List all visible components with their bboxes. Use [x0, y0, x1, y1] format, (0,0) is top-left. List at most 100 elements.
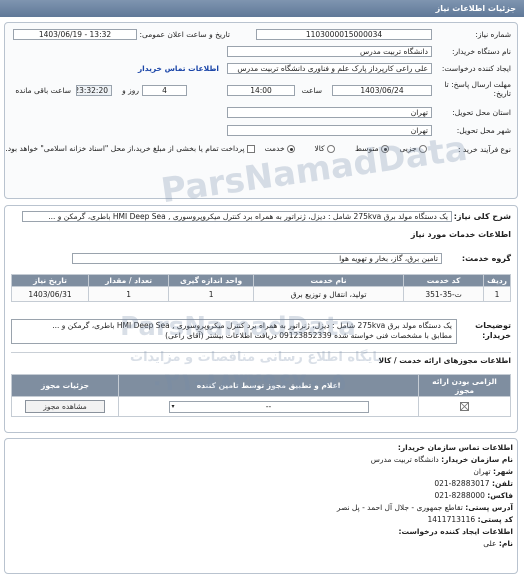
buyer-notes-label: توضیحات خریدار:: [475, 321, 511, 340]
province-field: تهران: [227, 107, 432, 118]
option-service-label: خدمت: [264, 144, 285, 153]
col-name: نام خدمت: [253, 274, 405, 287]
contact-phone: تلفن: 82883017-021: [434, 479, 513, 488]
divider: [11, 352, 511, 353]
col-qty: تعداد / مقدار: [88, 274, 170, 287]
contact-address-label: آدرس پستی:: [465, 503, 513, 512]
contact-org-value: دانشگاه تربیت مدرس: [370, 455, 439, 464]
col-required: الزامی بودن ارائه مجوز: [418, 374, 511, 397]
table-row: 1 ت-35-351 تولید، انتقال و توزیع برق 1 1…: [10, 286, 511, 302]
col-declare: اعلام و تطبیق مجوز توسط تامین کننده: [118, 374, 419, 397]
deadline-date-field: 1403/06/24: [332, 85, 432, 96]
contact-city-label: شهر:: [493, 467, 513, 476]
contact-address-value: تقاطع جمهوری - جلال آل احمد - پل نصر: [336, 503, 463, 512]
payment-label: پرداخت تمام یا بخشی از مبلغ خرید،از محل …: [5, 144, 245, 153]
buyer-name-label: نام دستگاه خریدار:: [451, 47, 511, 56]
table-row: -- ▾ مشاهده مجوز: [11, 396, 511, 417]
cross-icon: [461, 403, 468, 411]
radio-partial[interactable]: [419, 145, 427, 153]
contact-address: آدرس پستی: تقاطع جمهوری - جلال آل احمد -…: [337, 503, 513, 512]
creator-info: اطلاعات ایجاد کننده درخواست:: [399, 527, 514, 536]
buyer-notes-line-2: مطابق با مشخصات فنی خواسته شده 091238523…: [165, 331, 452, 340]
deadline-time-label: ساعت: [301, 86, 322, 95]
need-info-panel: شماره نیاز: 1103000015000034 تاریخ و ساع…: [4, 22, 518, 199]
contact-panel: اطلاعات تماس سازمان خریدار: نام سازمان خ…: [4, 438, 518, 574]
city-field: تهران: [227, 125, 432, 136]
city-label: شهر محل تحویل:: [456, 126, 511, 135]
cell-code: ت-35-351: [403, 286, 485, 302]
summary-field: یک دستگاه مولد برق 275kva شامل : دیزل، ژ…: [22, 211, 452, 222]
buyer-notes-line-1: یک دستگاه مولد برق 275kva شامل : دیزل، ژ…: [52, 321, 452, 330]
radio-goods[interactable]: [327, 145, 335, 153]
option-medium[interactable]: متوسط: [355, 144, 389, 153]
need-number-label: شماره نیاز:: [475, 30, 511, 39]
remaining-label: ساعت باقی مانده: [15, 86, 71, 95]
option-goods[interactable]: کالا: [314, 144, 335, 153]
permits-table: الزامی بودن ارائه مجوز اعلام و تطبیق مجو…: [11, 374, 511, 417]
radio-medium[interactable]: [381, 145, 389, 153]
days-label: روز و: [122, 86, 139, 95]
deadline-label: مهلت ارسال پاسخ: تا تاریخ:: [444, 80, 511, 98]
services-title: اطلاعات خدمات مورد نیاز: [410, 230, 511, 239]
service-group-field: تامین برق، گاز، بخار و تهویه هوا: [72, 253, 442, 264]
contact-phone-value: 82883017-021: [434, 479, 490, 488]
payment-checkbox[interactable]: [247, 145, 255, 153]
contact-city: شهر: تهران: [473, 467, 513, 476]
items-header-row: ردیف کد خدمت نام خدمت واحد اندازه گیری ت…: [10, 274, 511, 287]
contact-postal-label: کد پستی:: [477, 515, 513, 524]
creator-info-label: اطلاعات ایجاد کننده درخواست:: [398, 527, 514, 536]
permit-select-value: --: [265, 401, 272, 411]
option-partial-label: جزیی: [399, 144, 417, 153]
col-details: جزئیات مجوز: [11, 374, 119, 397]
contact-postal-value: 1411713116: [427, 515, 476, 524]
buyer-contact-link[interactable]: اطلاعات تماس خریدار: [138, 64, 219, 73]
buyer-name-field: دانشگاه تربیت مدرس: [227, 46, 432, 57]
cell-date: 1403/06/31: [10, 286, 90, 302]
permits-title: اطلاعات مجوزهای ارائه خدمت / کالا: [378, 356, 511, 365]
col-date: تاریخ نیاز: [10, 274, 90, 287]
required-checkbox: [460, 402, 469, 412]
cell-name: تولید، انتقال و توزیع برق: [253, 286, 405, 302]
col-code: کد خدمت: [403, 274, 485, 287]
creator-name-value: علی: [483, 539, 497, 548]
cell-required: [418, 396, 511, 417]
permit-select[interactable]: -- ▾: [168, 400, 369, 413]
deadline-time-field: 14:00: [227, 85, 295, 96]
cell-unit: 1: [168, 286, 255, 302]
services-panel: شرح کلی نیاز: یک دستگاه مولد برق 275kva …: [4, 205, 518, 433]
page-header: جزئیات اطلاعات نیاز: [0, 0, 524, 17]
chevron-down-icon: ▾: [171, 402, 175, 410]
radio-service[interactable]: [287, 145, 295, 153]
need-number-field: 1103000015000034: [256, 29, 432, 40]
process-type-label: نوع فرآیند خرید :: [457, 145, 511, 154]
creator-name-label: نام:: [498, 539, 513, 548]
summary-label: شرح کلی نیاز:: [453, 212, 511, 221]
remaining-days-field: 4: [142, 85, 187, 96]
cell-row: 1: [483, 286, 511, 302]
creator-field: علی راعی کارپرداز پارک علم و فناوری دانش…: [227, 63, 432, 74]
creator-name: نام: علی: [483, 539, 513, 548]
contact-city-value: تهران: [473, 467, 491, 476]
cell-details: مشاهده مجوز: [11, 396, 119, 417]
option-goods-label: کالا: [314, 144, 325, 153]
contact-phone-label: تلفن:: [491, 479, 513, 488]
cell-qty: 1: [88, 286, 170, 302]
creator-label: ایجاد کننده درخواست:: [441, 64, 511, 73]
remaining-time-field: 23:32:20: [76, 85, 112, 96]
buyer-notes-field: یک دستگاه مولد برق 275kva شامل : دیزل، ژ…: [11, 319, 457, 344]
items-table: ردیف کد خدمت نام خدمت واحد اندازه گیری ت…: [10, 274, 511, 302]
option-service[interactable]: خدمت: [265, 144, 295, 153]
announce-date-field: 1403/06/19 - 13:32: [13, 29, 137, 40]
announce-date-label: تاریخ و ساعت اعلان عمومی:: [139, 30, 230, 39]
contact-fax: فاکس: 8288000-021: [434, 491, 513, 500]
permits-header-row: الزامی بودن ارائه مجوز اعلام و تطبیق مجو…: [11, 374, 511, 397]
contact-fax-label: فاکس:: [487, 491, 513, 500]
contact-org: نام سازمان خریدار: دانشگاه تربیت مدرس: [371, 455, 513, 464]
contact-fax-value: 8288000-021: [434, 491, 485, 500]
option-medium-label: متوسط: [355, 144, 379, 153]
payment-check[interactable]: پرداخت تمام یا بخشی از مبلغ خرید،از محل …: [5, 144, 255, 153]
option-partial[interactable]: جزیی: [399, 144, 427, 153]
service-group-label: گروه خدمت:: [461, 254, 511, 263]
view-permit-button[interactable]: مشاهده مجوز: [25, 400, 105, 413]
contact-org-label: نام سازمان خریدار:: [441, 455, 513, 464]
